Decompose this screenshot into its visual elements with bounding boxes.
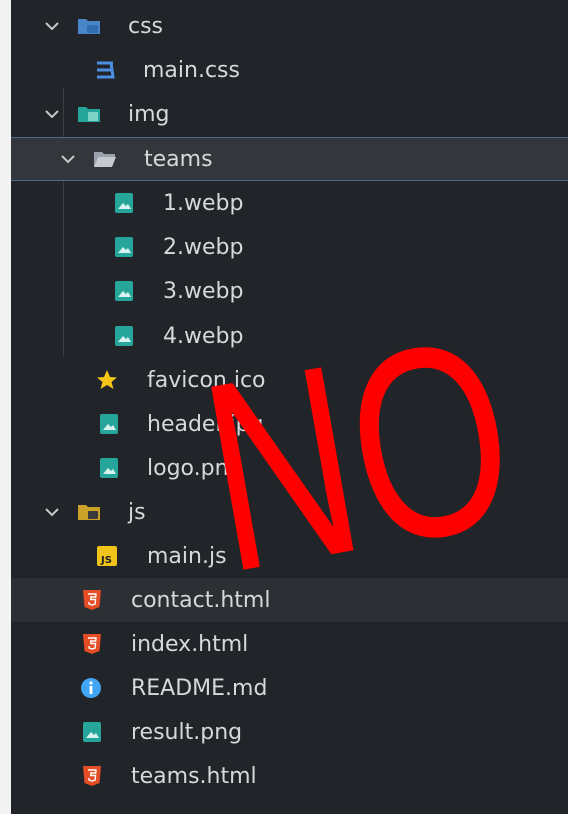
image-file-icon xyxy=(80,720,104,744)
html-file-icon xyxy=(80,588,104,612)
info-icon xyxy=(79,676,103,700)
tree-item-logo-png[interactable]: logo.png xyxy=(11,446,568,490)
js-file-icon: JS xyxy=(95,544,119,568)
tree-item-result-png[interactable]: result.png xyxy=(11,710,568,754)
tree-item-label: result.png xyxy=(131,719,243,745)
tree-item-main-css[interactable]: main.css xyxy=(11,48,568,92)
tree-item-label: img xyxy=(128,101,170,127)
css-folder-icon xyxy=(77,14,101,38)
tree-item-img-folder[interactable]: img xyxy=(11,92,568,136)
svg-text:JS: JS xyxy=(100,555,112,566)
tree-item-label: favicon.ico xyxy=(147,367,266,393)
image-file-icon xyxy=(112,324,136,348)
tree-item-teams-folder[interactable]: teams xyxy=(11,137,568,181)
tree-item-label: 4.webp xyxy=(163,323,244,349)
tree-item-label: teams xyxy=(144,146,213,172)
chevron-down-icon[interactable] xyxy=(41,501,63,523)
chevron-down-icon[interactable] xyxy=(57,148,79,170)
tree-item-label: 3.webp xyxy=(163,278,244,304)
tree-item-label: main.css xyxy=(143,57,240,83)
js-folder-icon xyxy=(77,500,101,524)
tree-item-header-jpg[interactable]: header.jpg xyxy=(11,402,568,446)
tree-item-index-html[interactable]: index.html xyxy=(11,622,568,666)
tree-item-label: contact.html xyxy=(131,587,271,613)
tree-item-label: README.md xyxy=(131,675,268,701)
tree-item-js-folder[interactable]: js xyxy=(11,490,568,534)
html-file-icon xyxy=(80,632,104,656)
tree-item-3-webp[interactable]: 3.webp xyxy=(11,269,568,313)
star-icon xyxy=(95,368,119,392)
tree-item-favicon[interactable]: favicon.ico xyxy=(11,358,568,402)
tree-item-label: header.jpg xyxy=(147,411,264,437)
image-folder-icon xyxy=(77,102,101,126)
chevron-down-icon[interactable] xyxy=(41,15,63,37)
image-file-icon xyxy=(112,191,136,215)
css-file-icon xyxy=(93,58,117,82)
tree-item-2-webp[interactable]: 2.webp xyxy=(11,225,568,269)
image-file-icon xyxy=(97,456,121,480)
tree-item-4-webp[interactable]: 4.webp xyxy=(11,314,568,358)
file-explorer: css main.css img teams 1.webp 2.webp 3.w… xyxy=(11,0,568,814)
image-file-icon xyxy=(112,279,136,303)
tree-item-readme[interactable]: README.md xyxy=(11,666,568,710)
tree-item-teams-html[interactable]: teams.html xyxy=(11,754,568,798)
tree-item-css-folder[interactable]: css xyxy=(11,4,568,48)
image-file-icon xyxy=(97,412,121,436)
tree-item-main-js[interactable]: JS main.js xyxy=(11,534,568,578)
tree-item-contact-html[interactable]: contact.html xyxy=(11,578,568,622)
html-file-icon xyxy=(80,764,104,788)
tree-item-label: 2.webp xyxy=(163,234,244,260)
tree-item-label: index.html xyxy=(131,631,249,657)
tree-item-label: css xyxy=(128,13,164,39)
tree-item-label: main.js xyxy=(147,543,227,569)
tree-item-label: 1.webp xyxy=(163,190,244,216)
tree-item-1-webp[interactable]: 1.webp xyxy=(11,181,568,225)
folder-open-icon xyxy=(93,147,117,171)
tree-item-label: teams.html xyxy=(131,763,257,789)
tree-item-label: js xyxy=(128,499,146,525)
chevron-down-icon[interactable] xyxy=(41,103,63,125)
image-file-icon xyxy=(112,235,136,259)
tree-item-label: logo.png xyxy=(147,455,243,481)
